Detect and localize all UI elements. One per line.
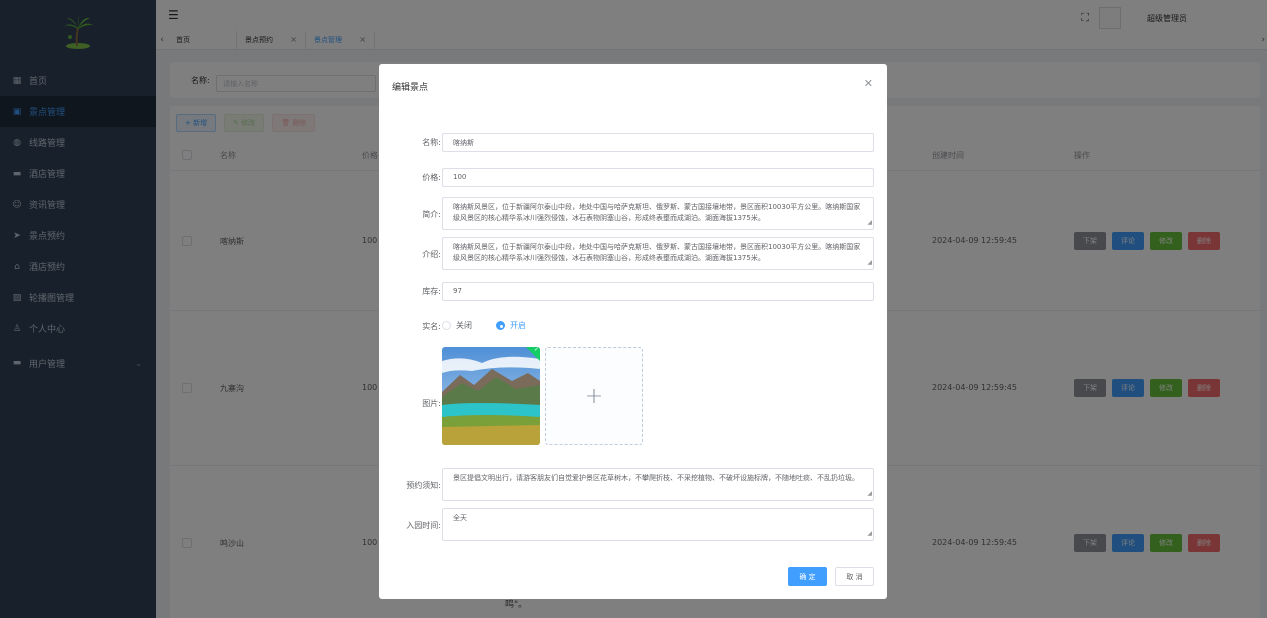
check-icon: ✓ (533, 347, 539, 353)
dialog-title: 编辑景点 (392, 83, 429, 93)
uploaded-image-thumbnail[interactable]: ✓ (442, 347, 540, 445)
entry-textarea[interactable]: 全天 ◢ (442, 508, 874, 541)
entry-text: 全天 (453, 514, 467, 522)
name-label: 名称: (422, 138, 441, 147)
resize-handle-icon[interactable]: ◢ (867, 488, 872, 499)
realname-off-radio[interactable]: 关闭 (442, 320, 472, 331)
brief-text: 喀纳斯风景区，位于新疆阿尔泰山中段，地处中国与哈萨克斯坦、俄罗斯、蒙古国接壤地带… (453, 203, 861, 222)
upload-add-button[interactable]: + (545, 347, 643, 445)
notice-label: 预约须知: (406, 481, 441, 490)
realname-label: 实名: (422, 322, 441, 331)
entry-label: 入园时间: (406, 521, 441, 530)
price-label: 价格: (422, 173, 441, 182)
notice-textarea[interactable]: 景区提倡文明出行，请游客朋友们自觉爱护景区花草树木，不攀爬折枝、不采挖植物、不破… (442, 468, 874, 501)
brief-textarea[interactable]: 喀纳斯风景区，位于新疆阿尔泰山中段，地处中国与哈萨克斯坦、俄罗斯、蒙古国接壤地带… (442, 197, 874, 230)
image-label: 图片: (422, 399, 441, 408)
resize-handle-icon[interactable]: ◢ (867, 528, 872, 539)
resize-handle-icon[interactable]: ◢ (867, 257, 872, 268)
intro-text: 喀纳斯风景区，位于新疆阿尔泰山中段，地处中国与哈萨克斯坦、俄罗斯、蒙古国接壤地带… (453, 243, 861, 262)
radio-dot (496, 321, 505, 330)
plus-icon: + (584, 383, 604, 409)
name-field[interactable]: 喀纳斯 (442, 133, 874, 152)
notice-text: 景区提倡文明出行，请游客朋友们自觉爱护景区花草树木，不攀爬折枝、不采挖植物、不破… (453, 474, 859, 482)
landscape-photo (442, 347, 540, 445)
confirm-button[interactable]: 确 定 (788, 567, 827, 586)
intro-label: 介绍: (422, 250, 441, 259)
brief-label: 简介: (422, 210, 441, 219)
radio-label: 开启 (510, 321, 526, 330)
edit-scenic-dialog: 编辑景点 ✕ 名称: 喀纳斯 价格: 100 简介: 喀纳斯风景区，位于新疆阿尔… (379, 64, 887, 599)
price-field[interactable]: 100 (442, 168, 874, 187)
radio-label: 关闭 (456, 321, 472, 330)
resize-handle-icon[interactable]: ◢ (867, 217, 872, 228)
stock-field[interactable]: 97 (442, 282, 874, 301)
radio-dot (442, 321, 451, 330)
close-icon[interactable]: ✕ (864, 77, 873, 90)
stock-label: 库存: (422, 287, 441, 296)
intro-textarea[interactable]: 喀纳斯风景区，位于新疆阿尔泰山中段，地处中国与哈萨克斯坦、俄罗斯、蒙古国接壤地带… (442, 237, 874, 270)
cancel-button[interactable]: 取 消 (835, 567, 874, 586)
realname-on-radio[interactable]: 开启 (496, 320, 526, 331)
